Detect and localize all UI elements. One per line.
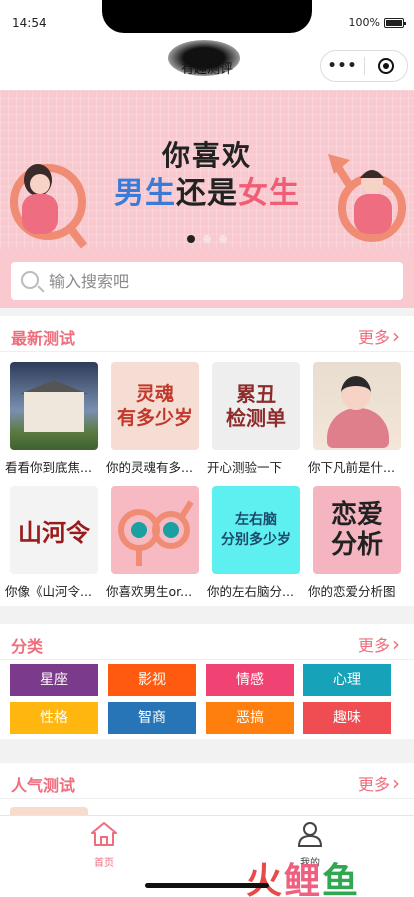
more-link[interactable]: 更多 › <box>358 632 400 656</box>
test-thumbnail-gender <box>111 486 199 574</box>
test-thumbnail-ugly: 累丑 检测单 <box>212 362 300 450</box>
watermark-logo: 火鲤鱼 <box>246 861 361 897</box>
category-chip[interactable]: 性格 <box>10 702 98 734</box>
test-card[interactable]: 累丑 检测单 开心测验一下 <box>207 362 304 476</box>
battery-percent: 100% <box>348 16 380 29</box>
section-title: 最新测试 <box>11 329 76 348</box>
test-card[interactable]: 灵魂 有多少岁 你的灵魂有多... <box>106 362 203 476</box>
more-label: 更多 <box>357 636 390 655</box>
user-icon <box>297 822 323 847</box>
status-time: 14:54 <box>12 16 47 30</box>
category-chip[interactable]: 心理 <box>303 664 391 696</box>
carousel-indicator <box>0 235 414 243</box>
mini-program-capsule: ••• <box>320 50 408 82</box>
search-icon <box>21 271 39 289</box>
search-box[interactable] <box>11 262 403 300</box>
test-title: 你的灵魂有多... <box>106 460 193 475</box>
category-chip[interactable]: 星座 <box>10 664 98 696</box>
test-card[interactable]: 你下凡前是什... <box>308 362 405 476</box>
test-card[interactable]: 恋爱 分析 你的恋爱分析图 <box>308 486 405 600</box>
tab-home[interactable]: 首页 <box>64 820 144 869</box>
more-link[interactable]: 更多 › <box>358 771 400 795</box>
carousel-dot[interactable] <box>187 235 195 243</box>
test-card[interactable]: 看看你到底焦... <box>5 362 102 476</box>
test-thumbnail-river: 山河令 <box>10 486 98 574</box>
home-icon <box>91 822 117 846</box>
banner-word-boy: 男生 <box>114 176 176 211</box>
category-chip[interactable]: 智商 <box>108 702 196 734</box>
test-card[interactable]: 左右脑 分别多少岁 你的左右脑分... <box>207 486 304 600</box>
carousel-dot[interactable] <box>219 235 227 243</box>
battery-indicator: 100% <box>348 16 406 29</box>
section-header: 人气测试 更多 › <box>0 763 414 799</box>
more-dots-icon[interactable]: ••• <box>321 58 364 74</box>
chevron-right-icon: › <box>392 632 400 656</box>
more-label: 更多 <box>357 775 390 794</box>
popular-section: 人气测试 更多 › <box>0 763 414 823</box>
chevron-right-icon: › <box>392 324 400 348</box>
more-link[interactable]: 更多 › <box>358 324 400 348</box>
home-indicator <box>145 883 269 888</box>
test-thumbnail-soul: 灵魂 有多少岁 <box>111 362 199 450</box>
test-thumbnail-house <box>10 362 98 450</box>
carousel-dot[interactable] <box>203 235 211 243</box>
banner-carousel[interactable]: 你喜欢 男生还是女生 <box>0 90 414 250</box>
test-title: 看看你到底焦... <box>5 460 92 475</box>
close-button[interactable] <box>365 58 407 74</box>
category-chip[interactable]: 影视 <box>108 664 196 696</box>
section-header: 最新测试 更多 › <box>0 316 414 352</box>
test-thumbnail-love: 恋爱 分析 <box>313 486 401 574</box>
screen-notch <box>102 0 312 33</box>
banner-word-girl: 女生 <box>238 176 300 211</box>
section-title: 人气测试 <box>11 776 76 795</box>
test-thumbnail-fairy <box>313 362 401 450</box>
banner-word-or: 还是 <box>176 176 238 211</box>
test-title: 你的恋爱分析图 <box>308 584 396 599</box>
more-label: 更多 <box>357 328 390 347</box>
latest-tests-section: 最新测试 更多 › 看看你到底焦... 灵魂 有多少岁 你的灵魂有多... 累丑 … <box>0 316 414 606</box>
test-card[interactable]: 山河令 你像《山河令... <box>5 486 102 600</box>
section-title: 分类 <box>11 637 44 656</box>
battery-icon <box>384 17 406 28</box>
test-title: 开心测验一下 <box>207 460 283 475</box>
category-chip[interactable]: 情感 <box>206 664 294 696</box>
category-chip[interactable]: 趣味 <box>303 702 391 734</box>
section-header: 分类 更多 › <box>0 624 414 660</box>
test-title: 你的左右脑分... <box>207 584 294 599</box>
search-input[interactable] <box>49 266 389 296</box>
search-area <box>0 250 414 308</box>
title-redaction-blur <box>168 40 240 76</box>
target-circle-icon <box>377 58 394 74</box>
tab-label: 首页 <box>94 858 114 869</box>
chevron-right-icon: › <box>392 771 400 795</box>
gender-symbols-icon <box>118 500 194 566</box>
category-section: 分类 更多 › 星座 影视 情感 心理 性格 智商 恶搞 趣味 <box>0 624 414 739</box>
test-title: 你下凡前是什... <box>308 460 395 475</box>
test-card[interactable]: 你喜欢男生or... <box>106 486 203 600</box>
category-chip[interactable]: 恶搞 <box>206 702 294 734</box>
banner-headline-2: 男生还是女生 <box>0 168 414 212</box>
test-thumbnail-brain: 左右脑 分别多少岁 <box>212 486 300 574</box>
test-title: 你喜欢男生or... <box>106 584 193 599</box>
test-title: 你像《山河令... <box>5 584 92 599</box>
